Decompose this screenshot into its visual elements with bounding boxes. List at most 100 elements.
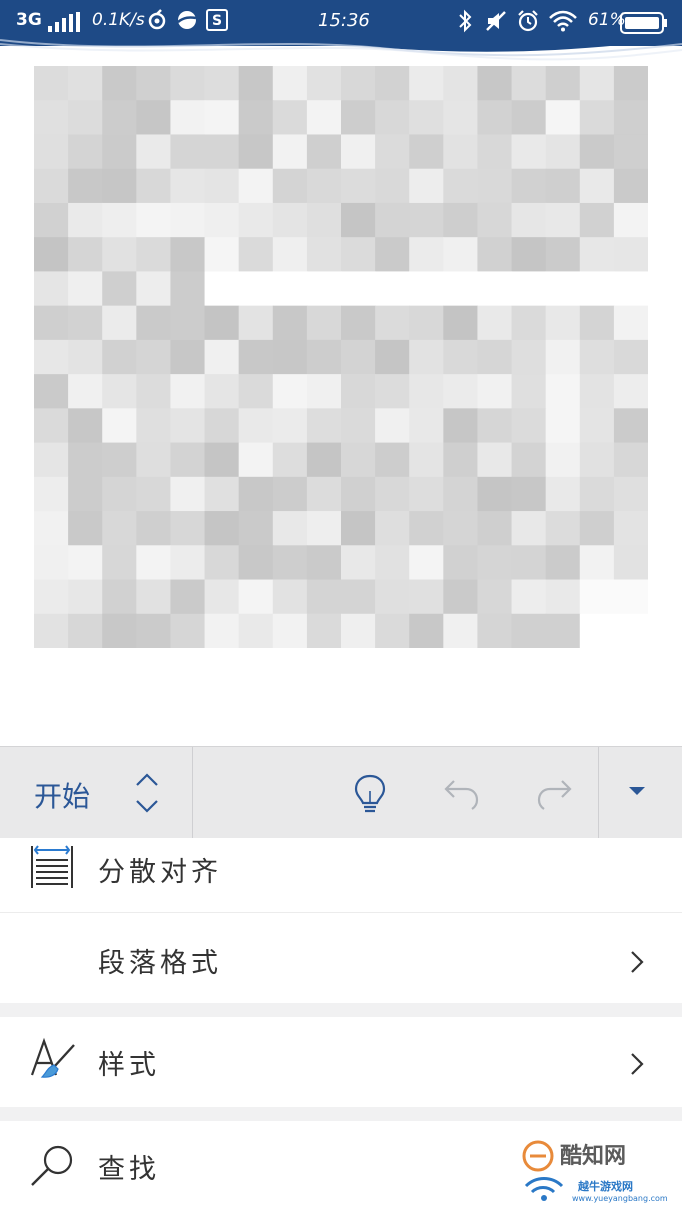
mosaic-tile xyxy=(613,339,648,375)
mosaic-tile xyxy=(306,305,342,341)
mosaic-tile xyxy=(102,476,137,512)
ribbon-tab-home[interactable]: 开始 xyxy=(34,775,90,815)
mosaic-tile xyxy=(306,511,342,546)
mosaic-tile xyxy=(204,339,240,375)
mosaic-tile xyxy=(375,545,410,581)
mosaic-tile xyxy=(204,511,240,546)
document-canvas[interactable] xyxy=(0,66,682,746)
bluetooth-icon xyxy=(456,9,474,33)
mosaic-tile xyxy=(511,237,547,273)
mosaic-tile xyxy=(545,476,581,512)
menu-item-distributed-align[interactable]: 分散对齐 xyxy=(0,838,682,913)
menu-item-label: 段落格式 xyxy=(98,948,222,979)
status-bar-wave-decoration xyxy=(0,30,682,61)
mosaic-tile xyxy=(68,202,103,238)
mosaic-tile xyxy=(204,271,240,307)
mosaic-tile xyxy=(272,305,308,341)
mosaic-tile xyxy=(511,134,547,170)
mosaic-tile xyxy=(579,613,615,648)
mosaic-tile xyxy=(68,579,103,615)
mosaic-tile xyxy=(272,168,308,204)
mosaic-tile xyxy=(136,442,172,478)
mosaic-tile xyxy=(613,305,648,341)
mosaic-tile xyxy=(409,408,444,444)
mosaic-tile xyxy=(545,613,581,648)
mosaic-tile xyxy=(545,100,581,136)
mosaic-tile xyxy=(170,202,206,238)
mosaic-tile xyxy=(375,476,410,512)
lightbulb-icon[interactable] xyxy=(352,773,388,819)
menu-item-styles[interactable]: 样式 xyxy=(0,1017,682,1107)
mosaic-tile xyxy=(34,374,69,409)
redo-icon[interactable] xyxy=(534,775,574,815)
expand-icon[interactable] xyxy=(626,783,648,802)
mosaic-tile xyxy=(545,305,581,341)
mosaic-tile xyxy=(511,613,547,648)
mosaic-tile xyxy=(238,100,274,136)
mosaic-tile xyxy=(306,66,342,101)
mosaic-tile xyxy=(238,579,274,615)
mosaic-tile xyxy=(409,613,444,648)
mosaic-tile xyxy=(204,613,240,648)
mosaic-tile xyxy=(68,134,103,170)
mosaic-tile xyxy=(34,442,69,478)
mosaic-tile xyxy=(375,442,410,478)
mosaic-tile xyxy=(306,271,342,307)
mosaic-tile xyxy=(579,134,615,170)
mosaic-tile xyxy=(375,408,410,444)
mosaic-tile xyxy=(477,100,513,136)
mosaic-tile xyxy=(204,134,240,170)
mosaic-tile xyxy=(341,511,376,546)
app-s-icon: S xyxy=(206,9,228,31)
ribbon-divider xyxy=(192,747,193,839)
mosaic-tile xyxy=(204,579,240,615)
mosaic-tile xyxy=(102,579,137,615)
mosaic-tile xyxy=(102,100,137,136)
mosaic-tile xyxy=(477,408,513,444)
mosaic-tile xyxy=(238,66,274,101)
mosaic-tile xyxy=(443,442,479,478)
mosaic-tile xyxy=(409,66,444,101)
svg-text:S: S xyxy=(212,13,222,29)
menu-item-paragraph-format[interactable]: 段落格式 xyxy=(0,913,682,1003)
mosaic-tile xyxy=(272,545,308,581)
section-separator xyxy=(0,1003,682,1017)
mosaic-tile xyxy=(545,168,581,204)
mosaic-tile xyxy=(136,613,172,648)
mosaic-tile xyxy=(238,339,274,375)
mosaic-tile xyxy=(68,374,103,409)
planet-icon xyxy=(176,9,198,31)
mosaic-tile xyxy=(306,237,342,273)
mosaic-tile xyxy=(579,271,615,307)
mosaic-tile xyxy=(409,168,444,204)
mosaic-tile xyxy=(136,134,172,170)
mosaic-tile xyxy=(238,613,274,648)
mosaic-tile xyxy=(272,134,308,170)
mosaic-tile xyxy=(477,202,513,238)
mosaic-tile xyxy=(341,476,376,512)
search-icon xyxy=(28,1143,78,1193)
mosaic-tile xyxy=(375,613,410,648)
mosaic-tile xyxy=(170,339,206,375)
mosaic-tile xyxy=(545,374,581,409)
mosaic-tile xyxy=(34,66,69,101)
mosaic-tile xyxy=(272,66,308,101)
undo-icon[interactable] xyxy=(442,775,482,815)
mosaic-tile xyxy=(579,511,615,546)
mosaic-tile xyxy=(477,271,513,307)
mosaic-tile xyxy=(511,511,547,546)
ribbon-divider xyxy=(598,747,599,839)
mosaic-tile xyxy=(477,545,513,581)
mosaic-tile xyxy=(443,66,479,101)
mosaic-tile xyxy=(341,168,376,204)
mosaic-tile xyxy=(170,134,206,170)
mosaic-tile xyxy=(341,237,376,273)
mosaic-tile xyxy=(409,305,444,341)
mosaic-tile xyxy=(238,271,274,307)
mosaic-tile xyxy=(375,511,410,546)
tab-switch-icon[interactable] xyxy=(132,771,162,819)
mosaic-tile xyxy=(341,66,376,101)
mosaic-tile xyxy=(375,66,410,101)
mosaic-tile xyxy=(34,579,69,615)
mosaic-tile xyxy=(613,511,648,546)
